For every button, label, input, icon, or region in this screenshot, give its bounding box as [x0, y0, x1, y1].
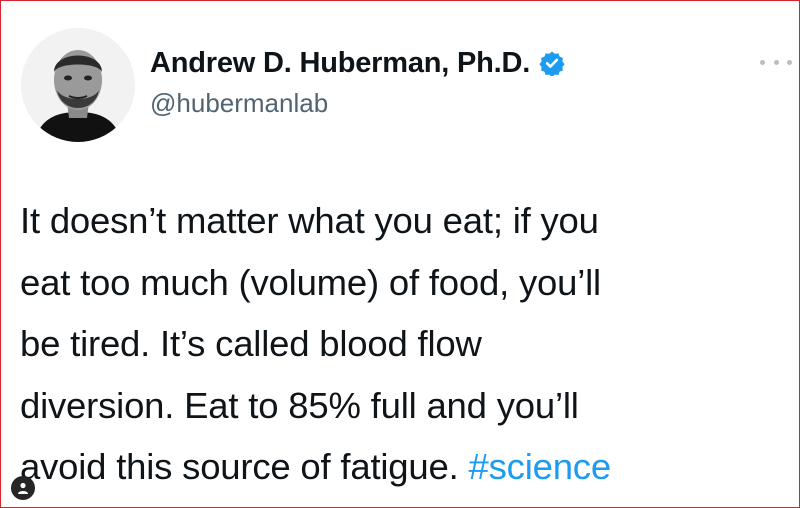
- hashtag-link[interactable]: #science: [469, 446, 612, 487]
- verified-badge-icon: [539, 51, 565, 76]
- tweet-text: It doesn’t matter what you eat; if you e…: [20, 190, 795, 498]
- user-account-icon[interactable]: [11, 476, 35, 500]
- author-name-row: Andrew D. Huberman, Ph.D.: [150, 44, 565, 82]
- tweet-line: It doesn’t matter what you eat; if you: [20, 200, 599, 241]
- tweet-line: eat too much (volume) of food, you’ll: [20, 261, 601, 303]
- more-options-icon[interactable]: [760, 52, 792, 72]
- person-glyph-icon: [18, 482, 28, 494]
- author-handle[interactable]: @hubermanlab: [150, 88, 328, 119]
- more-dot: [787, 59, 792, 65]
- tweet-line-last: avoid this source of fatigue. #science: [20, 436, 795, 498]
- tweet-line: be tired. It’s called blood flow: [20, 323, 482, 364]
- more-dot: [760, 59, 765, 65]
- tweet-line: diversion. Eat to 85% full and you’ll: [20, 384, 579, 426]
- more-dot: [773, 59, 779, 65]
- author-display-name[interactable]: Andrew D. Huberman, Ph.D.: [150, 47, 530, 80]
- profile-photo: [21, 28, 135, 142]
- author-avatar[interactable]: [21, 28, 135, 142]
- tweet-line-text: avoid this source of fatigue.: [20, 446, 469, 487]
